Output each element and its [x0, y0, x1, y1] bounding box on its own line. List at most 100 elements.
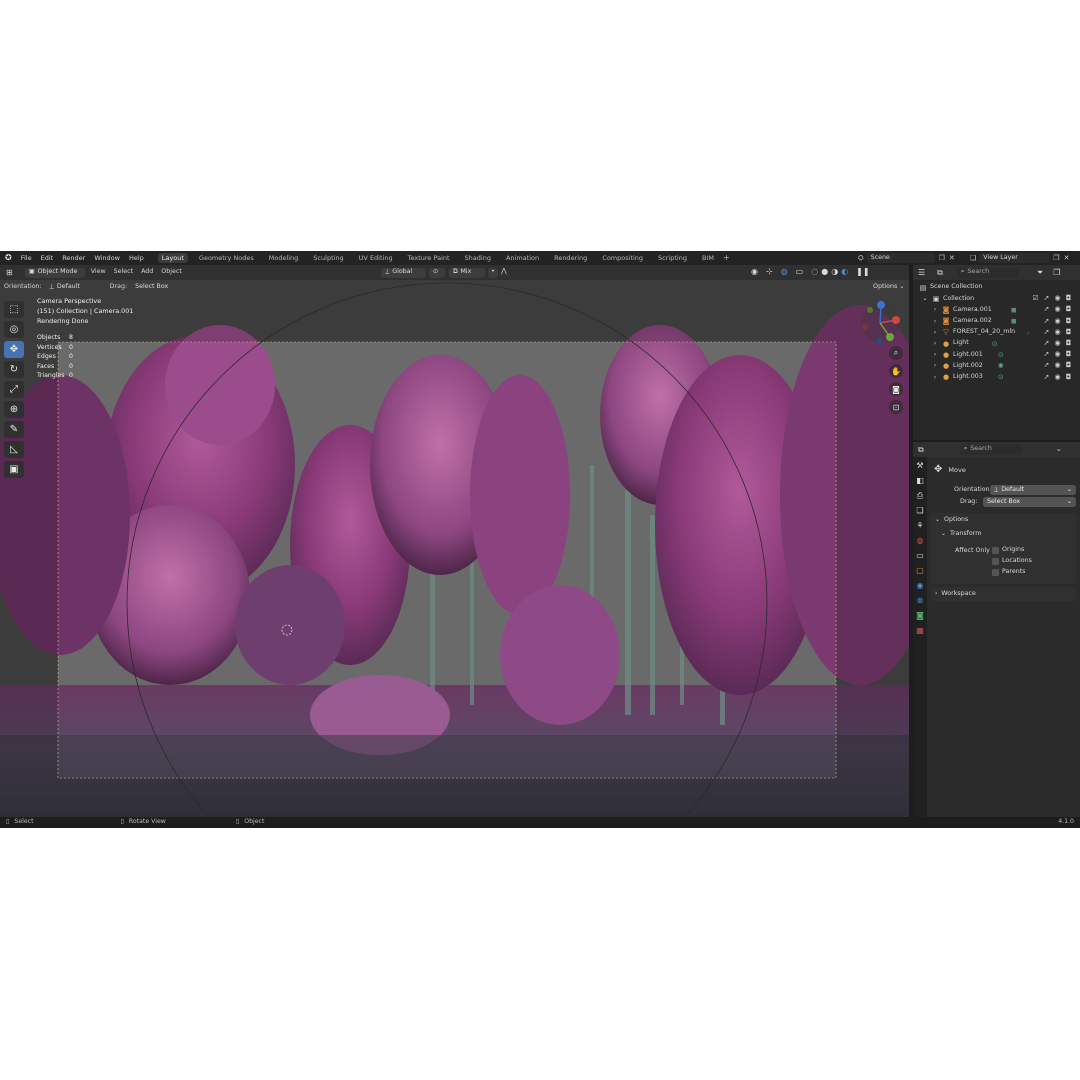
- camera-icon[interactable]: ◘: [1063, 373, 1074, 381]
- display-mode-icon[interactable]: ⧉: [937, 268, 943, 277]
- proportional-edit-button[interactable]: •: [488, 267, 498, 278]
- view-layer-field[interactable]: View Layer: [979, 253, 1050, 263]
- new-view-layer-icon[interactable]: ❐: [1053, 254, 1059, 262]
- physics-tab-icon[interactable]: ◉: [915, 581, 925, 591]
- eye-icon[interactable]: ◉: [1052, 317, 1063, 325]
- overlay-icon[interactable]: ◍: [781, 267, 788, 276]
- scene-tab-icon[interactable]: ⚘: [915, 521, 925, 531]
- new-scene-icon[interactable]: ❐: [939, 254, 945, 262]
- affect-origins-checkbox[interactable]: Origins: [992, 547, 1024, 554]
- collection-tab-icon[interactable]: ▭: [915, 551, 925, 561]
- tab-sculpting[interactable]: Sculpting: [309, 253, 347, 264]
- workspace-panel[interactable]: › Workspace: [931, 587, 1076, 601]
- select-arrow-icon[interactable]: ➚: [1041, 305, 1052, 313]
- constraints-tab-icon[interactable]: ⊗: [915, 596, 925, 606]
- eye-icon[interactable]: ◉: [1052, 294, 1063, 302]
- mode-selector[interactable]: ▣ Object Mode: [24, 267, 85, 278]
- chevron-right-icon[interactable]: ›: [931, 340, 939, 348]
- editor-type-icon[interactable]: ⊞: [6, 268, 13, 277]
- affect-locations-checkbox[interactable]: Locations: [992, 558, 1032, 565]
- chevron-down-icon[interactable]: ⌄: [921, 295, 929, 303]
- menu-render[interactable]: Render: [62, 255, 85, 262]
- pause-render-icon[interactable]: ❚❚: [856, 267, 869, 276]
- delete-view-layer-icon[interactable]: ✕: [1064, 254, 1070, 262]
- select-arrow-icon[interactable]: ➚: [1041, 373, 1052, 381]
- options-dropdown[interactable]: Options ⌄: [869, 282, 907, 292]
- 3d-viewport[interactable]: [0, 265, 909, 817]
- rotate-tool[interactable]: ↻: [4, 361, 24, 378]
- chevron-right-icon[interactable]: ›: [931, 351, 939, 359]
- select-arrow-icon[interactable]: ➚: [1041, 317, 1052, 325]
- tab-texture-paint[interactable]: Texture Paint: [404, 253, 454, 264]
- camera-icon[interactable]: ◘: [1063, 294, 1074, 302]
- menu-edit[interactable]: Edit: [41, 255, 54, 262]
- lock-camera-button[interactable]: ⊡: [889, 400, 903, 414]
- outliner-item[interactable]: › ◙ Camera.001 ◼ ➚ ◉ ◘: [913, 304, 1080, 315]
- camera-icon[interactable]: ◘: [1063, 361, 1074, 369]
- menu-file[interactable]: File: [21, 255, 32, 262]
- chevron-right-icon[interactable]: ›: [931, 373, 939, 381]
- eye-icon[interactable]: ◉: [1052, 339, 1063, 347]
- select-arrow-icon[interactable]: ➚: [1041, 350, 1052, 358]
- tab-shading[interactable]: Shading: [461, 253, 495, 264]
- material-shading-icon[interactable]: ◑: [831, 267, 838, 276]
- tab-modeling[interactable]: Modeling: [265, 253, 303, 264]
- select-box-tool[interactable]: ⬚: [4, 301, 24, 318]
- select-arrow-icon[interactable]: ➚: [1041, 328, 1052, 336]
- outliner-search-input[interactable]: ⌕ Search: [956, 267, 1019, 278]
- falloff-icon[interactable]: ⋀: [501, 268, 507, 275]
- outliner-item[interactable]: › ● Light.001 ⊙ ➚ ◉ ◘: [913, 349, 1080, 360]
- orientation-dropdown[interactable]: ⟂ Default ⌄: [990, 485, 1076, 495]
- menu-help[interactable]: Help: [129, 255, 144, 262]
- view-layer-tab-icon[interactable]: ❏: [915, 506, 925, 516]
- data-tab-icon[interactable]: ◙: [915, 611, 925, 621]
- camera-icon[interactable]: ◘: [1063, 328, 1074, 336]
- tool-tab-icon[interactable]: ⚒: [915, 461, 925, 471]
- move-tool[interactable]: ✥: [4, 341, 24, 358]
- pan-button[interactable]: ✋: [889, 364, 903, 378]
- camera-icon[interactable]: ◘: [1063, 350, 1074, 358]
- rendered-shading-icon[interactable]: ◐: [841, 267, 848, 276]
- eye-icon[interactable]: ◉: [1052, 361, 1063, 369]
- delete-scene-icon[interactable]: ✕: [949, 254, 955, 262]
- chevron-down-icon[interactable]: ⌄: [1056, 446, 1062, 453]
- scene-collection-row[interactable]: ▤ Scene Collection: [913, 282, 1080, 293]
- texture-tab-icon[interactable]: ▦: [915, 626, 925, 636]
- menu-add[interactable]: Add: [141, 269, 153, 276]
- scene-selector[interactable]: ⛭ Scene ❐ ✕: [858, 253, 955, 263]
- tab-layout[interactable]: Layout: [157, 252, 188, 264]
- properties-editor-icon[interactable]: ⧉: [918, 445, 924, 454]
- object-tab-icon[interactable]: ▢: [915, 566, 925, 576]
- tab-geometry-nodes[interactable]: Geometry Nodes: [195, 253, 258, 264]
- add-cube-tool[interactable]: ▣: [4, 461, 24, 478]
- tab-bim[interactable]: BIM: [698, 253, 718, 264]
- scene-field[interactable]: Scene: [866, 253, 935, 263]
- properties-search-input[interactable]: ⌕ Search: [959, 444, 1022, 455]
- render-tab-icon[interactable]: ◧: [915, 476, 925, 486]
- drag-dropdown[interactable]: Select Box ⌄: [983, 497, 1076, 507]
- outliner-item[interactable]: › ● Light ⊙ ➚ ◉ ◘: [913, 338, 1080, 349]
- tab-animation[interactable]: Animation: [502, 253, 543, 264]
- menu-object[interactable]: Object: [161, 269, 182, 276]
- transform-subpanel-header[interactable]: ⌄ Transform: [941, 530, 981, 537]
- transform-tool[interactable]: ⊕: [4, 401, 24, 418]
- outliner-item[interactable]: › ◙ Camera.002 ◼ ➚ ◉ ◘: [913, 316, 1080, 327]
- camera-icon[interactable]: ◘: [1063, 305, 1074, 313]
- collection-row[interactable]: ⌄ ▣ Collection ☑ ➚ ◉ ◘: [913, 293, 1080, 304]
- world-tab-icon[interactable]: ◍: [915, 536, 925, 546]
- cursor-tool[interactable]: ◎: [4, 321, 24, 338]
- menu-select[interactable]: Select: [114, 269, 133, 276]
- eye-icon[interactable]: ◉: [1052, 328, 1063, 336]
- tab-compositing[interactable]: Compositing: [598, 253, 647, 264]
- tool-orientation-dropdown[interactable]: ⟂ Default: [45, 282, 102, 292]
- transform-orientation-dropdown[interactable]: ⟂ Global: [381, 267, 426, 278]
- gizmo-icon[interactable]: ⊹: [766, 267, 773, 276]
- view-layer-selector[interactable]: ❏ View Layer ❐ ✕: [970, 253, 1069, 263]
- tab-rendering[interactable]: Rendering: [550, 253, 591, 264]
- zoom-button[interactable]: ⌕: [889, 346, 903, 360]
- measure-tool[interactable]: ◺: [4, 441, 24, 458]
- xray-icon[interactable]: ▭: [796, 267, 804, 276]
- camera-icon[interactable]: ◘: [1063, 317, 1074, 325]
- affect-parents-checkbox[interactable]: Parents: [992, 569, 1025, 576]
- outliner-item[interactable]: › ● Light.003 ⊙ ➚ ◉ ◘: [913, 372, 1080, 383]
